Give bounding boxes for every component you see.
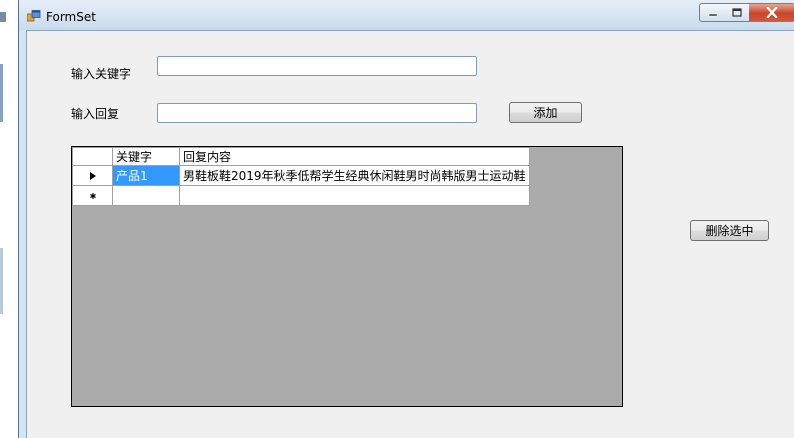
formset-window: FormSet 输入关键字 输入回复 添加 删除选中 关键字 回复内容 产品1 … (18, 0, 794, 438)
maximize-icon (732, 8, 742, 17)
keyword-label: 输入关键字 (71, 67, 132, 81)
row-header-current[interactable] (72, 165, 113, 186)
desktop-background (0, 0, 20, 438)
grid-header-row: 关键字 回复内容 (72, 147, 530, 166)
reply-label: 输入回复 (71, 107, 120, 121)
column-header-keyword[interactable]: 关键字 (112, 147, 180, 166)
delete-selected-button[interactable]: 删除选中 (690, 220, 769, 241)
minimize-icon (708, 13, 717, 16)
reply-input[interactable] (157, 103, 477, 123)
form-client-area: 输入关键字 输入回复 添加 删除选中 关键字 回复内容 产品1 男鞋板鞋2019… (26, 30, 794, 438)
maximize-button[interactable] (725, 3, 750, 22)
window-title: FormSet (46, 10, 96, 24)
background-mark (0, 248, 3, 314)
title-bar[interactable]: FormSet (19, 0, 794, 30)
cell-keyword-new[interactable] (112, 185, 180, 206)
cell-reply-new[interactable] (179, 185, 530, 206)
grid-table: 关键字 回复内容 产品1 男鞋板鞋2019年秋季低帮学生经典休闲鞋男时尚韩版男士… (72, 147, 530, 206)
row-header-new[interactable] (72, 185, 113, 206)
table-row[interactable]: 产品1 男鞋板鞋2019年秋季低帮学生经典休闲鞋男时尚韩版男士运动鞋 (72, 165, 530, 186)
background-mark (0, 12, 6, 22)
cell-keyword[interactable]: 产品1 (112, 165, 180, 186)
table-row-new[interactable] (72, 185, 530, 206)
form-app-icon (27, 10, 41, 22)
current-row-arrow-icon (89, 171, 96, 180)
close-icon (765, 7, 778, 18)
new-row-asterisk-icon (89, 192, 96, 199)
cell-reply[interactable]: 男鞋板鞋2019年秋季低帮学生经典休闲鞋男时尚韩版男士运动鞋 (179, 165, 530, 186)
reply-grid[interactable]: 关键字 回复内容 产品1 男鞋板鞋2019年秋季低帮学生经典休闲鞋男时尚韩版男士… (71, 146, 623, 407)
keyword-input[interactable] (157, 56, 477, 76)
column-header-reply[interactable]: 回复内容 (179, 147, 530, 166)
add-button[interactable]: 添加 (509, 102, 582, 123)
close-button[interactable] (749, 3, 794, 22)
minimize-button[interactable] (699, 3, 726, 22)
background-mark (0, 64, 3, 122)
grid-corner-header[interactable] (72, 147, 113, 166)
